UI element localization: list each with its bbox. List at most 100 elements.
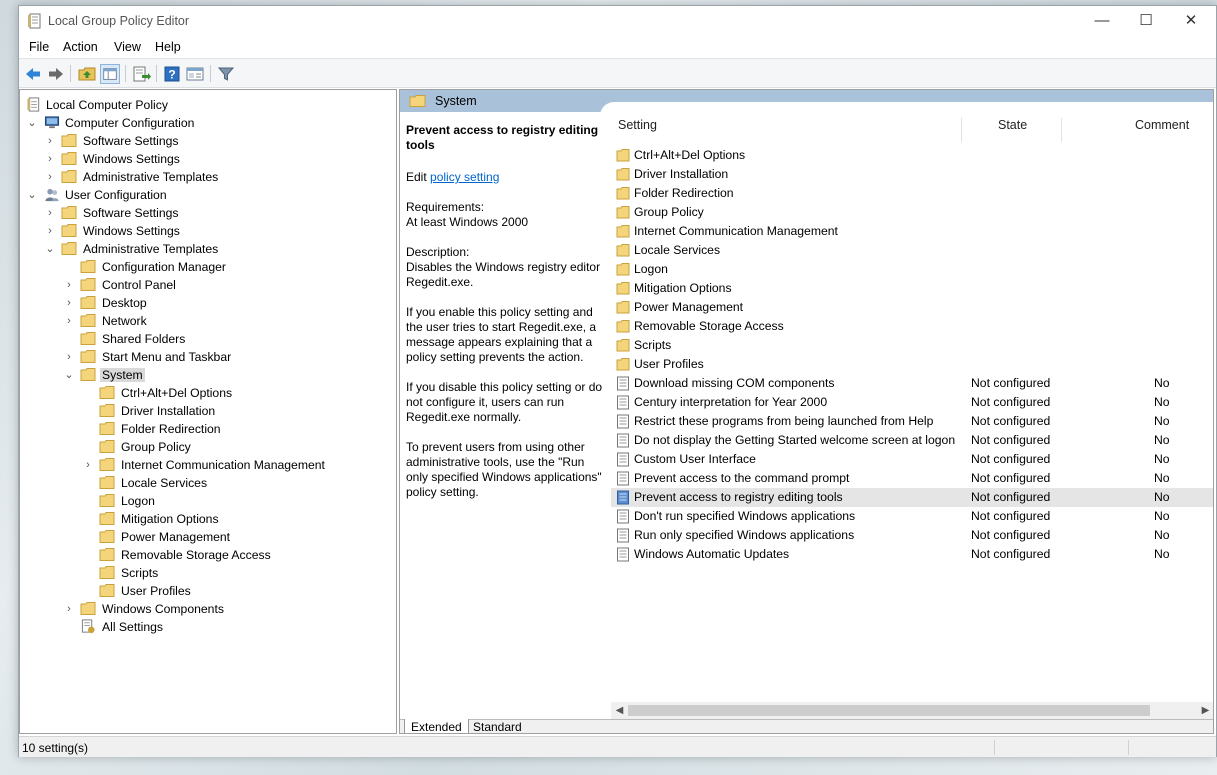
tree-item-cc-windows-settings[interactable]: › Windows Settings	[20, 150, 396, 168]
chevron-right-icon[interactable]: ›	[63, 296, 75, 310]
list-item-folder[interactable]: Mitigation Options	[611, 279, 1213, 298]
tree-item-windows-components[interactable]: › Windows Components	[20, 600, 396, 618]
tree-pane[interactable]: Local Computer Policy ⌄ Computer Configu…	[19, 89, 397, 734]
menu-help[interactable]: Help	[155, 40, 181, 54]
tree-item-folder-redirection[interactable]: Folder Redirection	[20, 420, 396, 438]
scroll-left-icon[interactable]: ◀	[611, 702, 628, 719]
tree-item-ctrl-alt-del-options[interactable]: Ctrl+Alt+Del Options	[20, 384, 396, 402]
tree-item-mitigation-options[interactable]: Mitigation Options	[20, 510, 396, 528]
help-icon[interactable]: ?	[162, 64, 182, 84]
chevron-down-icon[interactable]: ⌄	[63, 368, 75, 382]
chevron-right-icon[interactable]: ›	[63, 350, 75, 364]
tree-item-user-profiles[interactable]: User Profiles	[20, 582, 396, 600]
tree-item-user-configuration[interactable]: ⌄ User Configuration	[20, 186, 396, 204]
list-item-folder[interactable]: Scripts	[611, 336, 1213, 355]
list-item-folder[interactable]: Power Management	[611, 298, 1213, 317]
tree-item-group-policy[interactable]: Group Policy	[20, 438, 396, 456]
back-arrow-icon[interactable]	[23, 64, 43, 84]
chevron-down-icon[interactable]: ⌄	[26, 116, 38, 130]
list-item-setting[interactable]: Prevent access to the command prompt Not …	[611, 469, 1213, 488]
list-item-setting[interactable]: Restrict these programs from being launc…	[611, 412, 1213, 431]
properties-icon[interactable]	[185, 64, 205, 84]
column-separator[interactable]	[1061, 118, 1062, 142]
list-item-setting-selected[interactable]: Prevent access to registry editing tools…	[611, 488, 1213, 507]
tree-item-control-panel[interactable]: › Control Panel	[20, 276, 396, 294]
tree-item-start-menu-and-taskbar[interactable]: › Start Menu and Taskbar	[20, 348, 396, 366]
list-item-folder[interactable]: Internet Communication Management	[611, 222, 1213, 241]
export-list-icon[interactable]	[131, 64, 151, 84]
tree-item-driver-installation[interactable]: Driver Installation	[20, 402, 396, 420]
tree-item-configuration-manager[interactable]: Configuration Manager	[20, 258, 396, 276]
setting-name: Run only specified Windows applications	[634, 528, 855, 542]
list-item-folder[interactable]: Removable Storage Access	[611, 317, 1213, 336]
list-item-folder[interactable]: Ctrl+Alt+Del Options	[611, 146, 1213, 165]
minimize-button[interactable]: —	[1079, 6, 1125, 36]
column-header-state[interactable]: State	[998, 118, 1027, 144]
chevron-right-icon[interactable]: ›	[44, 170, 56, 184]
filter-icon[interactable]	[216, 64, 236, 84]
tab-extended[interactable]: Extended	[404, 719, 469, 733]
close-button[interactable]: ✕	[1168, 6, 1214, 36]
list-item-folder[interactable]: Folder Redirection	[611, 184, 1213, 203]
column-header-comment[interactable]: Comment	[1135, 118, 1189, 144]
description-paragraph-other-tools: To prevent users from using other admini…	[406, 440, 602, 499]
list-item-folder[interactable]: User Profiles	[611, 355, 1213, 374]
chevron-right-icon[interactable]: ›	[44, 152, 56, 166]
menu-action[interactable]: Action	[63, 40, 98, 54]
chevron-right-icon[interactable]: ›	[63, 278, 75, 292]
column-separator[interactable]	[961, 118, 962, 142]
tree-item-computer-configuration[interactable]: ⌄ Computer Configuration	[20, 114, 396, 132]
policy-setting-link[interactable]: policy setting	[430, 170, 499, 184]
forward-arrow-icon[interactable]	[46, 64, 66, 84]
menu-view[interactable]: View	[114, 40, 141, 54]
menu-file[interactable]: File	[29, 40, 49, 54]
maximize-button[interactable]: ☐	[1123, 6, 1169, 36]
settings-list[interactable]: Setting State Comment Ctrl+Alt+Del Optio…	[611, 114, 1213, 709]
show-hide-tree-icon[interactable]	[100, 64, 120, 84]
tree-item-uc-windows-settings[interactable]: › Windows Settings	[20, 222, 396, 240]
setting-state: Not configured	[971, 395, 1051, 409]
chevron-down-icon[interactable]: ⌄	[44, 242, 56, 256]
list-item-folder[interactable]: Logon	[611, 260, 1213, 279]
tree-item-removable-storage-access[interactable]: Removable Storage Access	[20, 546, 396, 564]
column-header-setting[interactable]: Setting	[618, 118, 657, 144]
tree-item-cc-administrative-templates[interactable]: › Administrative Templates	[20, 168, 396, 186]
tree-item-desktop[interactable]: › Desktop	[20, 294, 396, 312]
list-item-setting[interactable]: Run only specified Windows applications N…	[611, 526, 1213, 545]
tree-item-scripts[interactable]: Scripts	[20, 564, 396, 582]
list-item-folder[interactable]: Driver Installation	[611, 165, 1213, 184]
list-item-setting[interactable]: Download missing COM components Not confi…	[611, 374, 1213, 393]
scrollbar-thumb[interactable]	[628, 705, 1150, 716]
chevron-right-icon[interactable]: ›	[63, 602, 75, 616]
tree-item-internet-communication-management[interactable]: › Internet Communication Management	[20, 456, 396, 474]
tab-standard[interactable]: Standard	[467, 719, 528, 733]
tree-item-shared-folders[interactable]: Shared Folders	[20, 330, 396, 348]
tree-item-system[interactable]: ⌄ System	[20, 366, 396, 384]
chevron-right-icon[interactable]: ›	[44, 224, 56, 238]
list-item-folder[interactable]: Group Policy	[611, 203, 1213, 222]
chevron-right-icon[interactable]: ›	[44, 134, 56, 148]
tree-item-all-settings[interactable]: All Settings	[20, 618, 396, 636]
tree-item-uc-software-settings[interactable]: › Software Settings	[20, 204, 396, 222]
list-item-setting[interactable]: Custom User Interface Not configured No	[611, 450, 1213, 469]
scroll-right-icon[interactable]: ▶	[1197, 702, 1213, 719]
list-item-setting[interactable]: Don't run specified Windows applications…	[611, 507, 1213, 526]
tree-item-power-management[interactable]: Power Management	[20, 528, 396, 546]
tree-item-local-computer-policy[interactable]: Local Computer Policy	[20, 96, 396, 114]
tree-item-network[interactable]: › Network	[20, 312, 396, 330]
chevron-right-icon[interactable]: ›	[82, 458, 94, 472]
list-item-setting[interactable]: Century interpretation for Year 2000 Not …	[611, 393, 1213, 412]
tree-label: Network	[102, 314, 147, 328]
horizontal-scrollbar[interactable]: ◀ ▶	[611, 702, 1213, 719]
list-item-setting[interactable]: Windows Automatic Updates Not configured N…	[611, 545, 1213, 564]
list-item-folder[interactable]: Locale Services	[611, 241, 1213, 260]
tree-item-logon[interactable]: Logon	[20, 492, 396, 510]
chevron-down-icon[interactable]: ⌄	[26, 188, 38, 202]
tree-item-locale-services[interactable]: Locale Services	[20, 474, 396, 492]
chevron-right-icon[interactable]: ›	[44, 206, 56, 220]
up-folder-icon[interactable]	[77, 64, 97, 84]
chevron-right-icon[interactable]: ›	[63, 314, 75, 328]
tree-item-cc-software-settings[interactable]: › Software Settings	[20, 132, 396, 150]
list-item-setting[interactable]: Do not display the Getting Started welco…	[611, 431, 1213, 450]
tree-item-uc-administrative-templates[interactable]: ⌄ Administrative Templates	[20, 240, 396, 258]
